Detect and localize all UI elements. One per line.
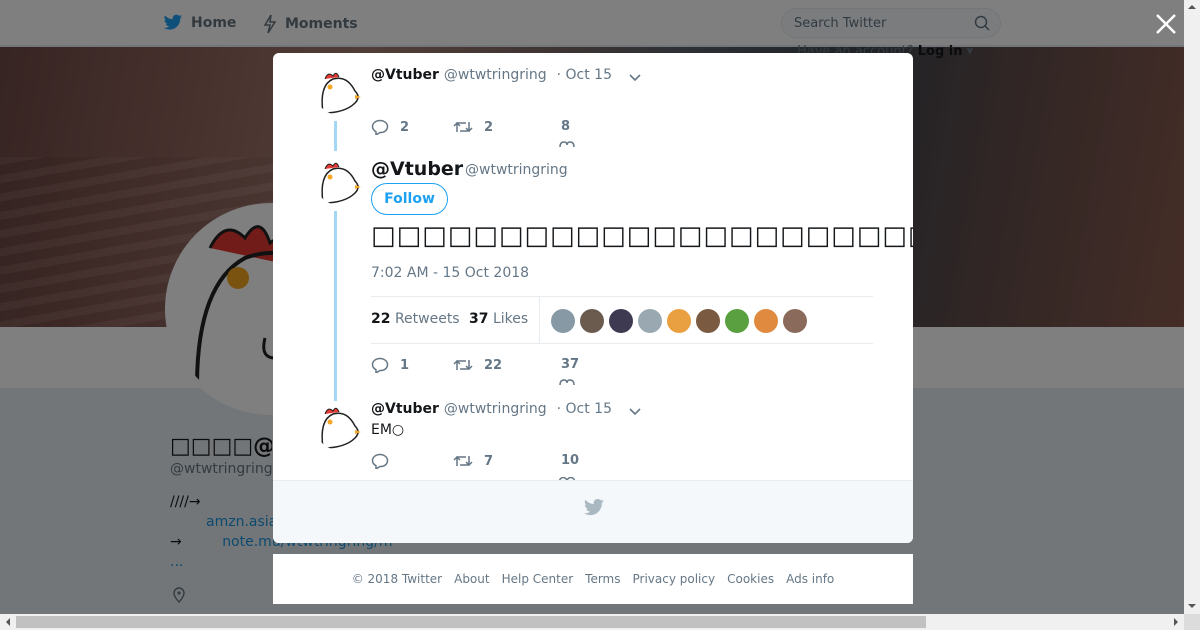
retweets-stat-count: 22 (371, 311, 391, 327)
retweet-icon (453, 121, 473, 133)
reply-button[interactable]: 2 (371, 119, 409, 135)
modal-footer (273, 480, 913, 543)
like-count: 10 (561, 453, 580, 468)
heart-icon[interactable] (559, 141, 575, 147)
liker-avatar[interactable] (783, 309, 807, 333)
scroll-down-arrow-icon[interactable] (1184, 600, 1200, 612)
retweet-count: 22 (484, 357, 503, 373)
footer-help-link[interactable]: Help Center (502, 572, 574, 586)
retweet-icon (453, 455, 473, 467)
tweet-text: EM○ (371, 422, 405, 438)
main-tweet-date: 7:02 AM - 15 Oct 2018 (371, 265, 530, 281)
tweet-author-handle[interactable]: @wtwtringring (444, 67, 547, 83)
liker-avatar[interactable] (580, 309, 604, 333)
close-icon[interactable] (1154, 12, 1178, 36)
chevron-down-icon[interactable] (628, 407, 642, 417)
site-footer: © 2018 Twitter About Help Center Terms P… (273, 554, 913, 604)
retweet-button[interactable]: 2 (453, 119, 493, 135)
like-count: 8 (561, 119, 571, 134)
tweet-author-name[interactable]: @Vtuber (371, 401, 439, 417)
footer-about-link[interactable]: About (454, 572, 489, 586)
main-tweet-text: □□□□□□□□□□□□□□□□□□□□□□□□□□□□□□□□□□□□□□□□… (371, 221, 913, 251)
tweet-header: @Vtuber @wtwtringring · Oct 15 (371, 67, 612, 83)
reply-icon (371, 357, 389, 373)
reply-icon (371, 119, 389, 135)
tweet-actions: 2 2 8 (371, 119, 631, 147)
likes-stat-count: 37 (469, 311, 489, 327)
main-tweet-author-handle[interactable]: @wtwtringring (465, 162, 568, 178)
tweet-avatar[interactable] (315, 402, 363, 450)
retweet-count: 2 (484, 119, 494, 135)
stats-divider (539, 297, 540, 344)
reply-button[interactable]: 1 (371, 357, 409, 373)
reply-count: 1 (400, 357, 410, 373)
retweet-count: 7 (484, 453, 494, 469)
footer-cookies-link[interactable]: Cookies (727, 572, 774, 586)
tweet-actions: 7 10 (371, 453, 631, 493)
tweet-timestamp[interactable]: · Oct 15 (557, 401, 612, 417)
liker-avatar[interactable] (754, 309, 778, 333)
twitter-bird-icon (584, 499, 604, 516)
footer-privacy-link[interactable]: Privacy policy (633, 572, 716, 586)
tweet-timestamp[interactable]: · Oct 15 (557, 67, 612, 83)
thread-connector-line (334, 121, 337, 151)
tweet-avatar[interactable] (315, 67, 363, 115)
heart-icon[interactable] (559, 379, 575, 385)
scroll-up-arrow-icon[interactable] (1184, 1, 1200, 13)
retweet-icon (453, 359, 473, 371)
likes-stat-label: Likes (492, 311, 529, 327)
scrollbar-corner (1184, 614, 1200, 630)
vertical-scrollbar[interactable] (1184, 0, 1200, 614)
footer-ads-link[interactable]: Ads info (786, 572, 834, 586)
chicken-avatar-icon (315, 157, 363, 205)
retweets-stat[interactable]: 22 Retweets (371, 311, 460, 327)
retweet-button[interactable]: 7 (453, 453, 493, 469)
tweet-permalink-modal: @Vtuber @wtwtringring · Oct 15 2 2 8 @Vt… (273, 53, 913, 543)
liker-avatar[interactable] (696, 309, 720, 333)
tweet-author-handle[interactable]: @wtwtringring (444, 401, 547, 417)
scroll-right-arrow-icon[interactable] (1170, 614, 1182, 630)
liker-avatar[interactable] (667, 309, 691, 333)
likes-stat[interactable]: 37 Likes (469, 311, 528, 327)
retweets-stat-label: Retweets (394, 311, 460, 327)
liker-avatar[interactable] (609, 309, 633, 333)
liker-avatar[interactable] (725, 309, 749, 333)
scroll-left-arrow-icon[interactable] (2, 614, 14, 630)
reply-icon (371, 453, 389, 469)
tweet-actions: 1 22 37 (371, 357, 631, 385)
reply-button[interactable] (371, 453, 389, 469)
follow-button[interactable]: Follow (371, 183, 448, 215)
main-tweet-author-name[interactable]: @Vtuber (371, 158, 463, 180)
retweet-button[interactable]: 22 (453, 357, 502, 373)
reply-count: 2 (400, 119, 410, 135)
tweet-author-name[interactable]: @Vtuber (371, 67, 439, 83)
like-count: 37 (561, 357, 580, 372)
footer-terms-link[interactable]: Terms (585, 572, 620, 586)
chicken-avatar-icon (315, 402, 363, 450)
liker-avatar[interactable] (638, 309, 662, 333)
tweet-header: @Vtuber @wtwtringring · Oct 15 (371, 401, 612, 417)
footer-copyright: © 2018 Twitter (351, 572, 443, 586)
thread-connector-line (334, 211, 337, 401)
tweet-stats: 22 Retweets 37 Likes (371, 296, 873, 344)
horizontal-scrollbar-thumb[interactable] (16, 616, 926, 628)
tweet-avatar[interactable] (315, 157, 363, 205)
chevron-down-icon[interactable] (628, 73, 642, 83)
chicken-avatar-icon (315, 67, 363, 115)
liker-avatar[interactable] (551, 309, 575, 333)
